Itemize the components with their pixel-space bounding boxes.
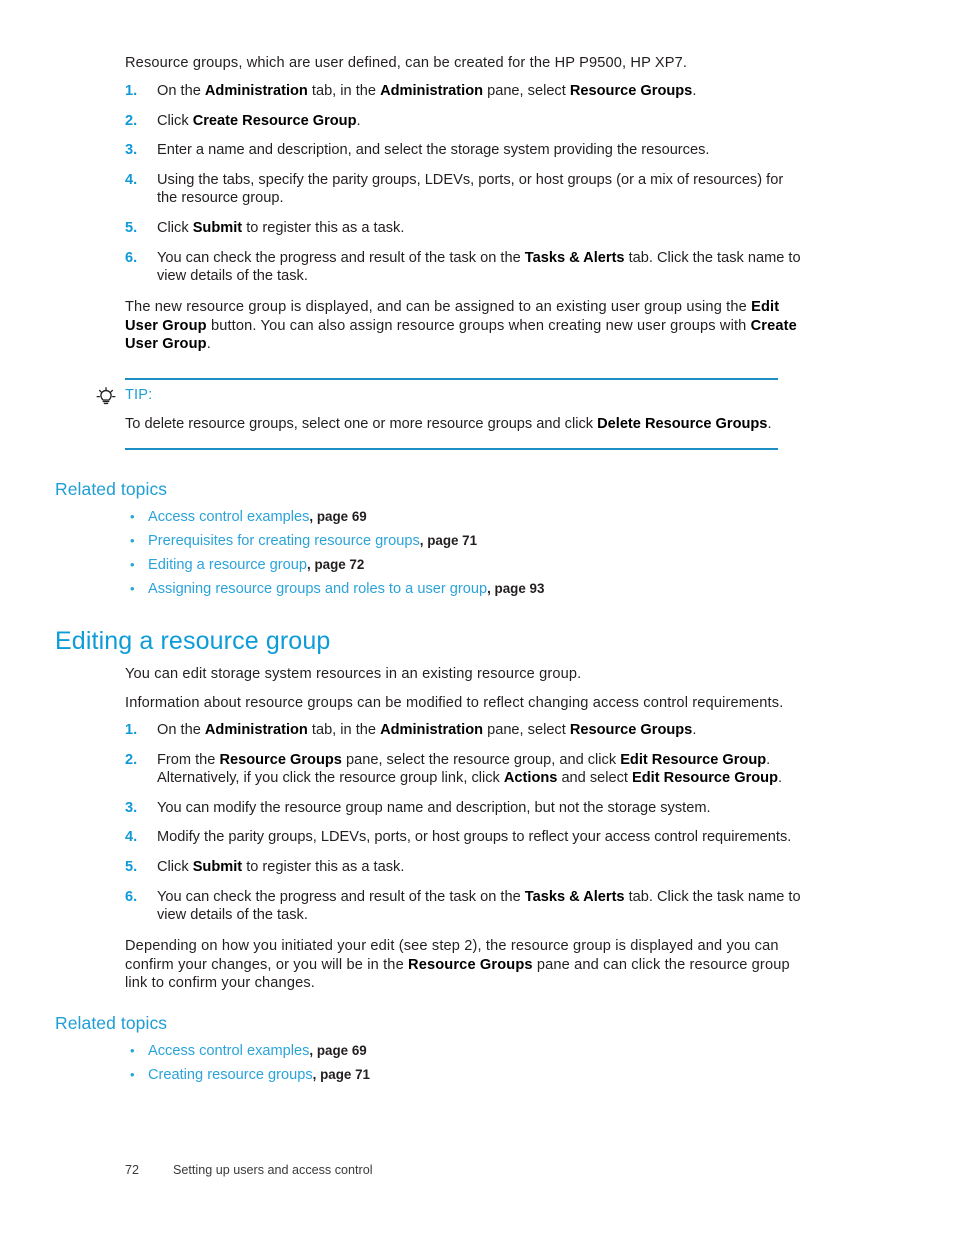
tip-admonition: TIP: To delete resource groups, select o… xyxy=(96,378,778,450)
creating-steps-list: 1. On the Administration tab, in the Adm… xyxy=(125,82,805,286)
step-text: Enter a name and description, and select… xyxy=(157,142,710,159)
list-item: 6. You can check the progress and result… xyxy=(125,888,805,925)
topic-link[interactable]: Access control examples xyxy=(148,1043,309,1059)
bullet-icon: • xyxy=(130,509,135,524)
list-item: 2. From the Resource Groups pane, select… xyxy=(125,751,805,788)
topic-link[interactable]: Editing a resource group xyxy=(148,557,307,573)
tip-header: TIP: xyxy=(96,386,778,408)
topic-page-number: , page 69 xyxy=(309,509,367,524)
lightbulb-icon xyxy=(96,386,116,407)
paragraph-text: Information about resource groups can be… xyxy=(125,695,784,711)
list-item: 1. On the Administration tab, in the Adm… xyxy=(125,82,805,101)
topic-link[interactable]: Assigning resource groups and roles to a… xyxy=(148,581,487,597)
step-number: 5. xyxy=(125,219,138,236)
paragraph-text: You can edit storage system resources in… xyxy=(125,666,582,682)
list-item: 5. Click Submit to register this as a ta… xyxy=(125,219,805,238)
topic-page-number: , page 93 xyxy=(487,581,545,596)
list-item: 4. Using the tabs, specify the parity gr… xyxy=(125,171,805,208)
list-item: • Prerequisites for creating resource gr… xyxy=(128,532,544,551)
topic-page-number: , page 69 xyxy=(309,1043,367,1058)
step-number: 1. xyxy=(125,722,138,738)
document-page: Resource groups, which are user defined,… xyxy=(0,0,954,1235)
step-text: You can modify the resource group name a… xyxy=(157,799,711,816)
step-number: 3. xyxy=(125,142,138,159)
paragraph-text: Depending on how you initiated your edit… xyxy=(125,938,790,992)
topic-page-number: , page 71 xyxy=(312,1067,370,1082)
step-text: Click Create Resource Group. xyxy=(157,112,361,129)
paragraph-text: The new resource group is displayed, and… xyxy=(125,299,797,353)
page-title: Editing a resource group xyxy=(55,627,331,655)
list-item: 3. Enter a name and description, and sel… xyxy=(125,141,805,160)
footer-page-number: 72 xyxy=(125,1163,140,1177)
step-number: 6. xyxy=(125,888,138,905)
editing-paragraph-2: Information about resource groups can be… xyxy=(125,694,805,713)
step-number: 6. xyxy=(125,249,138,266)
page-footer: 72 Setting up users and access control xyxy=(125,1163,373,1177)
tip-body-text: To delete resource groups, select one or… xyxy=(125,415,772,432)
step-number: 4. xyxy=(125,171,138,188)
bullet-icon: • xyxy=(130,1067,135,1082)
bullet-icon: • xyxy=(130,533,135,548)
step-text: Click Submit to register this as a task. xyxy=(157,219,405,236)
related-topics-list-1: • Access control examples, page 69 • Pre… xyxy=(128,508,544,604)
related-topics-heading: Related topics xyxy=(55,479,168,499)
list-item: 6. You can check the progress and result… xyxy=(125,249,805,286)
list-item: 3. You can modify the resource group nam… xyxy=(125,799,805,818)
topic-page-number: , page 72 xyxy=(307,557,365,572)
step-text: Using the tabs, specify the parity group… xyxy=(157,171,784,207)
list-item: 1. On the Administration tab, in the Adm… xyxy=(125,721,805,740)
step-number: 1. xyxy=(125,83,138,99)
list-item: 4. Modify the parity groups, LDEVs, port… xyxy=(125,828,805,847)
step-text: On the Administration tab, in the Admini… xyxy=(157,722,697,738)
list-item: • Creating resource groups, page 71 xyxy=(128,1066,370,1085)
step-number: 4. xyxy=(125,829,138,846)
step-text: On the Administration tab, in the Admini… xyxy=(157,83,697,99)
bullet-icon: • xyxy=(130,557,135,572)
paragraph-text: Resource groups, which are user defined,… xyxy=(125,55,688,71)
step-number: 3. xyxy=(125,799,138,816)
step-text: Click Submit to register this as a task. xyxy=(157,858,405,875)
topic-link[interactable]: Access control examples xyxy=(148,509,309,525)
bullet-icon: • xyxy=(130,1043,135,1058)
list-item: • Editing a resource group, page 72 xyxy=(128,556,544,575)
editing-paragraph-1: You can edit storage system resources in… xyxy=(125,665,805,684)
editing-closing-paragraph: Depending on how you initiated your edit… xyxy=(125,937,805,993)
list-item: • Access control examples, page 69 xyxy=(128,1042,370,1061)
list-item: • Access control examples, page 69 xyxy=(128,508,544,527)
list-item: 5. Click Submit to register this as a ta… xyxy=(125,858,805,877)
step-text: From the Resource Groups pane, select th… xyxy=(157,751,783,787)
step-number: 5. xyxy=(125,858,138,875)
divider-top xyxy=(125,378,778,380)
tip-label: TIP: xyxy=(125,386,153,403)
step-text: Modify the parity groups, LDEVs, ports, … xyxy=(157,829,792,846)
creating-closing-paragraph: The new resource group is displayed, and… xyxy=(125,298,805,354)
list-item: • Assigning resource groups and roles to… xyxy=(128,580,544,599)
bullet-icon: • xyxy=(130,581,135,596)
topic-link[interactable]: Creating resource groups xyxy=(148,1067,313,1083)
topic-page-number: , page 71 xyxy=(419,533,478,548)
step-number: 2. xyxy=(125,751,138,768)
divider-bottom xyxy=(125,448,778,450)
editing-steps-list: 1. On the Administration tab, in the Adm… xyxy=(125,721,805,925)
step-text: You can check the progress and result of… xyxy=(157,249,801,285)
related-topics-list-2: • Access control examples, page 69 • Cre… xyxy=(128,1042,370,1090)
creating-intro-paragraph: Resource groups, which are user defined,… xyxy=(125,54,805,73)
step-number: 2. xyxy=(125,112,138,129)
list-item: 2. Click Create Resource Group. xyxy=(125,112,805,131)
step-text: You can check the progress and result of… xyxy=(157,888,801,924)
footer-chapter-title: Setting up users and access control xyxy=(173,1163,373,1177)
related-topics-heading: Related topics xyxy=(55,1013,168,1033)
topic-link[interactable]: Prerequisites for creating resource grou… xyxy=(148,533,420,549)
